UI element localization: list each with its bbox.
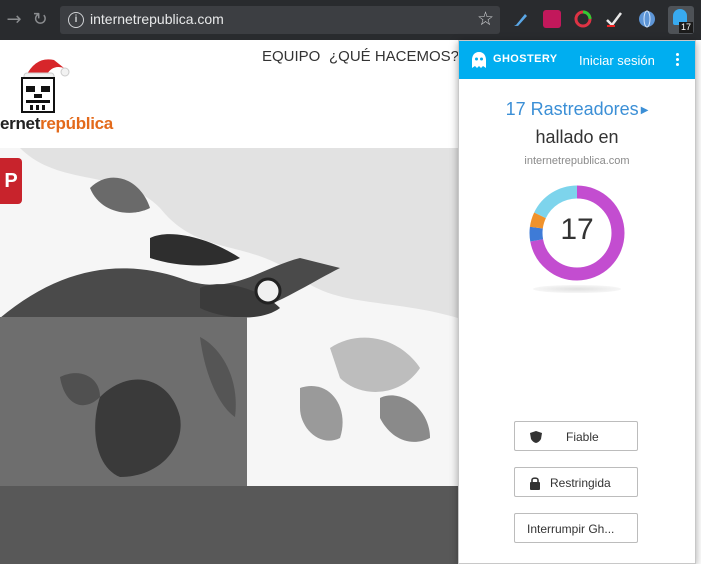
pinterest-share-button[interactable]: P xyxy=(0,158,22,204)
ghostery-header: GHOSTERY Iniciar sesión xyxy=(459,41,695,79)
pen-extension-icon[interactable] xyxy=(512,10,530,28)
ghostery-logo-icon xyxy=(472,52,486,68)
kebab-menu-icon[interactable] xyxy=(669,51,685,71)
info-icon[interactable]: i xyxy=(68,12,84,28)
color-picker-extension-icon[interactable] xyxy=(574,10,592,28)
globe-extension-icon[interactable] xyxy=(638,10,656,28)
hero-image xyxy=(0,148,458,486)
donut-shadow xyxy=(533,285,621,293)
restrict-site-button[interactable]: Restringida xyxy=(514,467,638,497)
site-logo[interactable]: ernetrepública xyxy=(0,114,113,134)
donut-tracker-number: 17 xyxy=(560,213,594,246)
found-in-text: hallado en xyxy=(535,127,619,147)
tracker-count-link[interactable]: 17 Rastreadores ▶ xyxy=(459,99,695,120)
back-arrow-icon[interactable]: → xyxy=(4,10,24,30)
trust-site-label: Fiable xyxy=(566,430,599,444)
stormtrooper-logo-icon xyxy=(21,77,55,113)
ghostery-popup: GHOSTERY Iniciar sesión 17 Rastreadores ▶… xyxy=(458,40,696,564)
lock-icon xyxy=(530,477,540,490)
ghostery-extension-button[interactable]: 17 xyxy=(668,6,694,34)
play-arrow-icon: ▶ xyxy=(640,105,649,116)
ghostery-brand: GHOSTERY xyxy=(493,53,558,65)
page-dark-band xyxy=(0,486,458,564)
logo-prefix: ernet xyxy=(0,114,41,133)
nav-equipo[interactable]: EQUIPO xyxy=(262,48,320,65)
reload-icon[interactable]: ↻ xyxy=(30,10,50,30)
signin-link[interactable]: Iniciar sesión xyxy=(579,53,655,68)
trust-site-button[interactable]: Fiable xyxy=(514,421,638,451)
nav-que-hacemos[interactable]: ¿QUÉ HACEMOS? xyxy=(329,48,459,65)
pause-ghostery-label: Interrumpir Gh... xyxy=(527,522,615,536)
address-bar[interactable]: i internetrepublica.com ☆ xyxy=(60,6,500,34)
star-icon[interactable]: ☆ xyxy=(477,8,494,30)
tracker-badge: 17 xyxy=(678,22,693,33)
domain-text: internetrepublica.com xyxy=(524,155,630,167)
shield-icon xyxy=(530,431,542,443)
browser-toolbar: → ↻ i internetrepublica.com ☆ 17 xyxy=(0,0,701,40)
restrict-site-label: Restringida xyxy=(550,476,611,490)
app-extension-icon[interactable] xyxy=(543,10,561,28)
hero-overlay-shapes xyxy=(60,337,236,477)
tracker-count-text: 17 Rastreadores xyxy=(505,99,639,119)
pause-ghostery-button[interactable]: Interrumpir Gh... xyxy=(514,513,638,543)
logo-suffix: república xyxy=(40,114,113,133)
url-text[interactable]: internetrepublica.com xyxy=(90,11,224,27)
hero-overlay-panel xyxy=(0,317,247,486)
checkmark-extension-icon[interactable] xyxy=(605,10,623,28)
